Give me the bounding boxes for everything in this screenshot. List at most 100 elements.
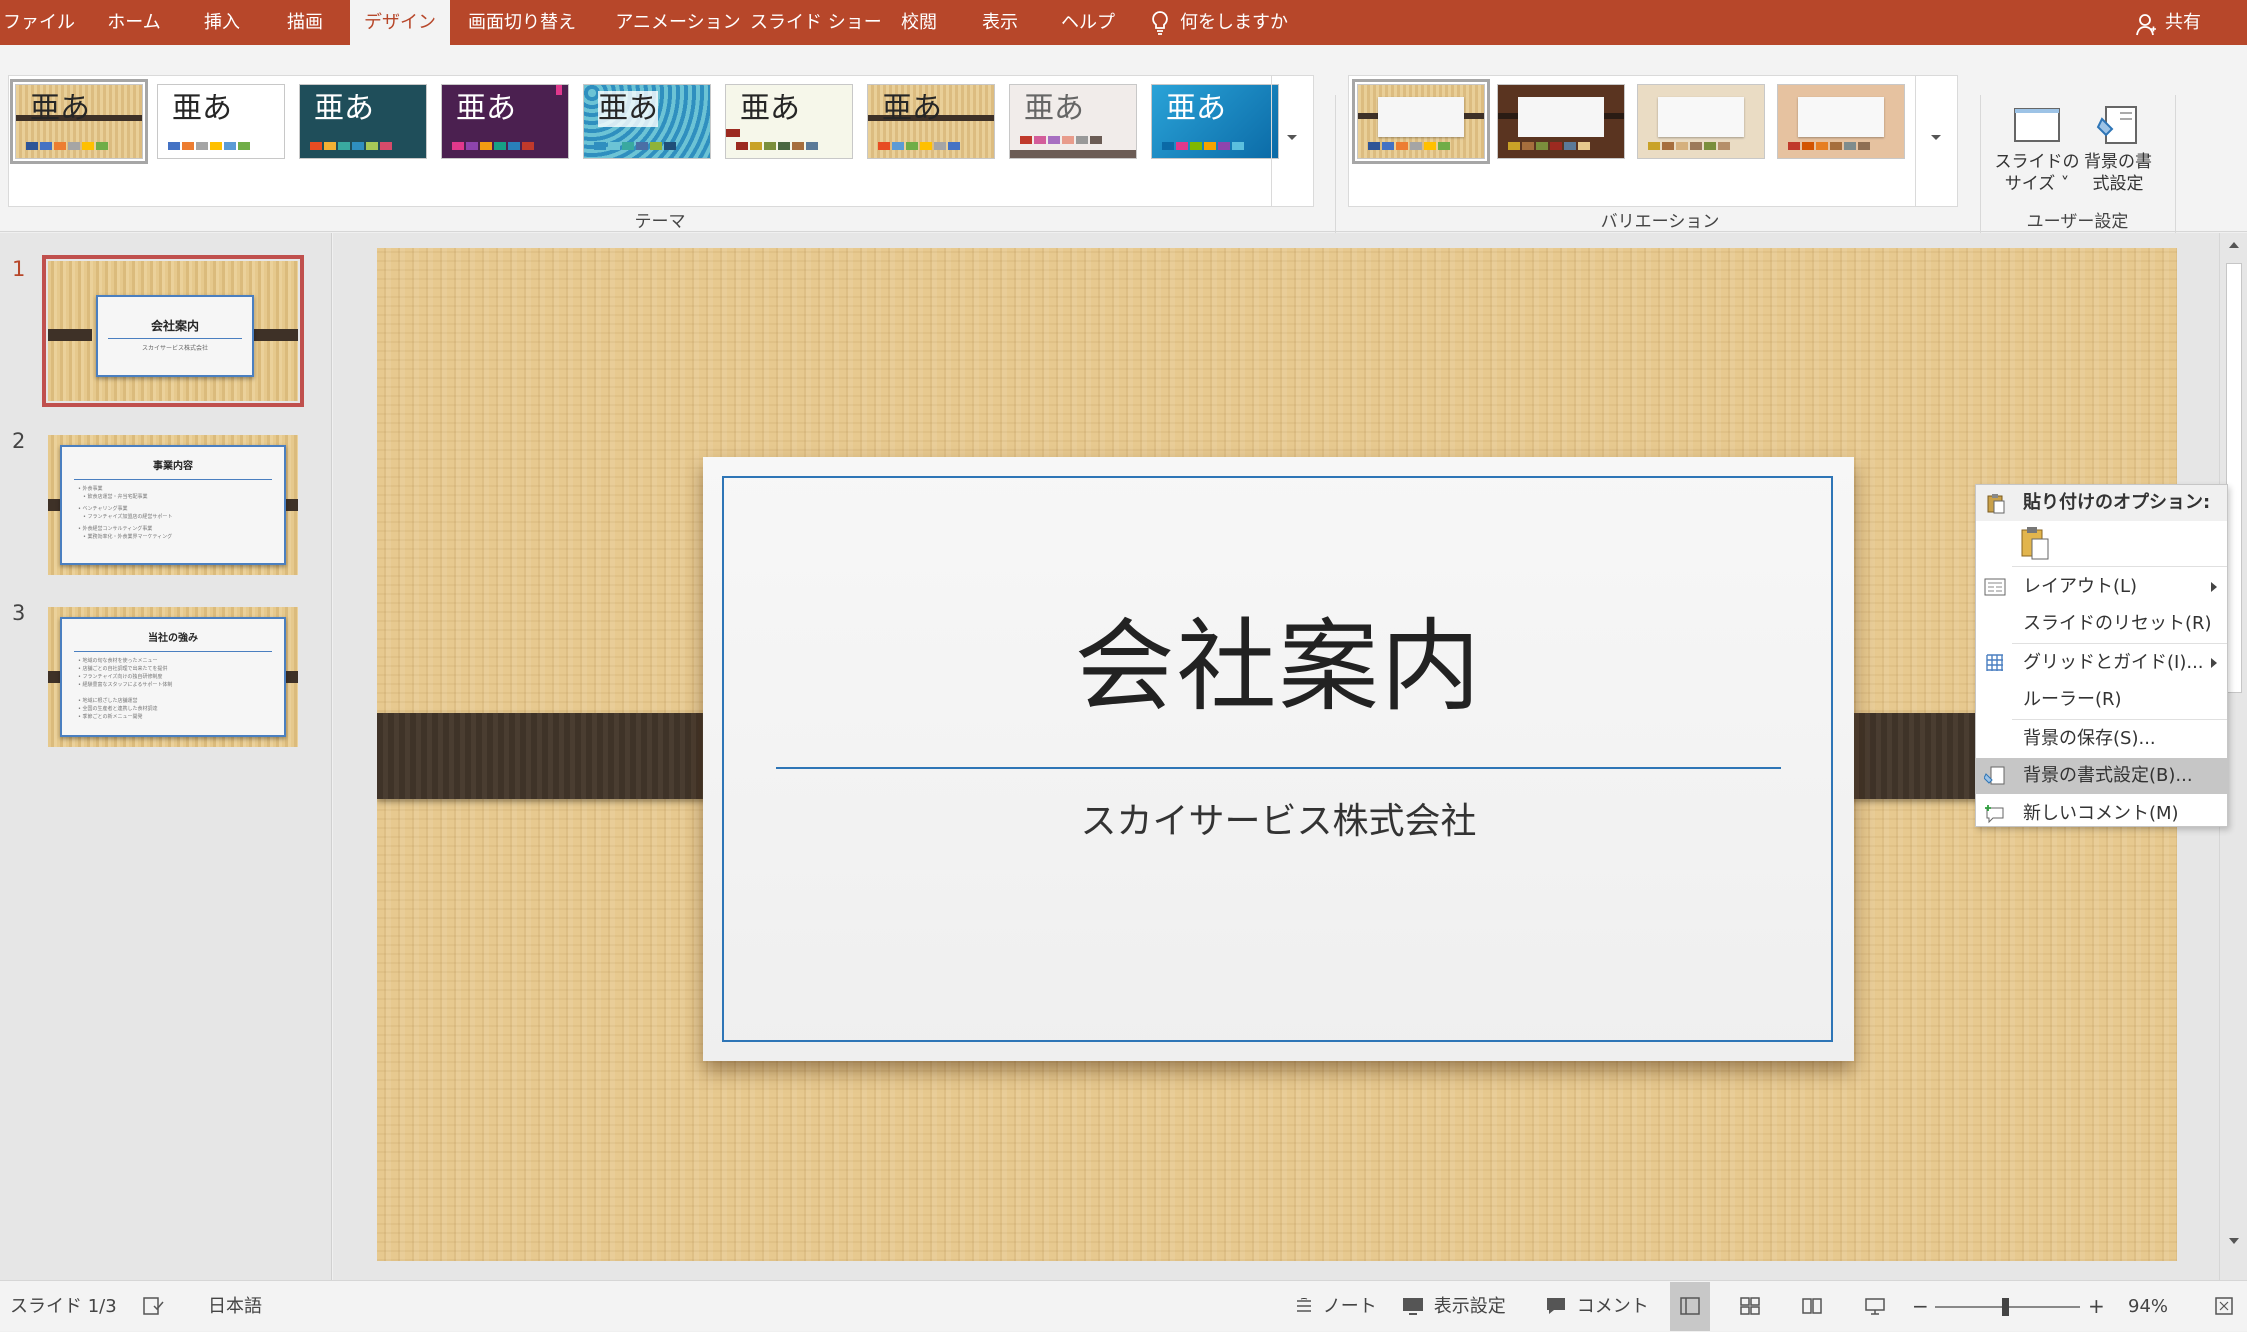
theme-preview-text: 亜あ [882,91,942,126]
slide-counter: スライド 1/3 [10,1296,117,1317]
format-background-label-1: 背景の書 [2084,152,2152,172]
display-settings-label: 表示設定 [1433,1296,1506,1317]
variation-3[interactable] [1637,84,1765,159]
thumb-bullet: • フランチャイズ加盟店の経営サポート [78,514,173,520]
thumb-bullet: • 飲食店運営・弁当宅配事業 [78,494,148,500]
paste-options-header: 貼り付けのオプション: [1976,485,2227,521]
theme-preview-text: 亜あ [456,91,516,126]
fit-to-window-button[interactable] [2215,1281,2237,1332]
current-slide[interactable]: 会社案内 スカイサービス株式会社 [377,248,2177,1261]
context-menu: 貼り付けのオプション: レイアウト(L) スライドのリセット(R) グリッドとガ… [1975,484,2228,827]
tell-me-search[interactable]: 何をしますか [1150,0,1288,45]
tab-slideshow[interactable]: スライド ショー [750,0,882,45]
thumb-bullet: • 地域の旬な食材を使ったメニュー [78,658,158,664]
tab-transitions[interactable]: 画面切り替え [466,0,578,45]
slide-thumbnail-3[interactable]: 当社の強み • 地域の旬な食材を使ったメニュー • 店舗ごとの自社調理で出来たて… [48,607,298,747]
tab-design[interactable]: デザイン [350,0,450,45]
slideshow-icon [1865,1298,1885,1315]
menu-ruler[interactable]: ルーラー(R) [1976,682,2227,718]
menu-layout-label: レイアウト(L) [2023,576,2138,597]
menu-save-background[interactable]: 背景の保存(S)... [1976,721,2227,757]
thumb-title: 当社の強み [148,633,198,644]
variation-1[interactable] [1352,79,1490,164]
slide-strap-left [377,713,741,799]
notes-icon [1297,1296,1311,1312]
slide-thumbnail-1[interactable]: 会社案内 スカイサービス株式会社 [42,255,304,407]
comment-icon [1547,1297,1565,1314]
slide-subtitle[interactable]: スカイサービス株式会社 [703,792,1854,844]
design-ribbon: 亜あ 亜あ 亜あ 亜あ 亜あ 亜あ 亜あ 亜あ 亜あ テーマ バリエーション ス… [0,45,2247,267]
tab-file[interactable]: ファイル [0,0,78,45]
slide-title[interactable]: 会社案内 [703,607,1854,727]
slide-thumbnail-pane: 1 会社案内 スカイサービス株式会社 2 事業内容 • 外食事業 • 飲食店運営… [0,233,332,1280]
slide-number: 3 [12,601,26,625]
spellcheck-button[interactable] [142,1281,168,1332]
variation-2[interactable] [1497,84,1625,159]
display-settings-button[interactable]: 表示設定 [1402,1281,1506,1332]
chevron-down-icon [1287,135,1297,140]
theme-light-green[interactable]: 亜あ [725,84,853,159]
language-indicator[interactable]: 日本語 [208,1281,262,1332]
lightbulb-icon [1150,8,1170,35]
themes-more-button[interactable] [1271,76,1313,207]
menu-layout[interactable]: レイアウト(L) [1976,569,2227,605]
zoom-slider-thumb[interactable] [2002,1298,2009,1316]
theme-tan[interactable]: 亜あ [867,84,995,159]
tab-draw[interactable]: 描画 [270,0,340,45]
status-bar: スライド 1/3 日本語 ノート 表示設定 コメント − + 94% [0,1280,2247,1331]
zoom-in-button[interactable]: + [2088,1281,2105,1332]
scrollbar-thumb[interactable] [2226,263,2242,693]
share-label: 共有 [2165,12,2201,33]
ribbon-tab-bar: ファイル ホーム 挿入 描画 デザイン 画面切り替え アニメーション スライド … [0,0,2247,45]
theme-blue-gradient[interactable]: 亜あ [1151,84,1279,159]
themes-group-label: テーマ [634,212,686,232]
tab-view[interactable]: 表示 [972,0,1028,45]
theme-preview-text: 亜あ [172,91,232,126]
scroll-up-icon[interactable] [2226,237,2242,253]
notes-button[interactable]: ノート [1295,1281,1377,1332]
menu-format-background[interactable]: 背景の書式設定(B)... [1976,758,2227,794]
theme-preview-text: 亜あ [1024,91,1084,126]
theme-pattern-blue[interactable]: 亜あ [583,84,711,159]
tab-animations[interactable]: アニメーション [610,0,746,45]
zoom-level[interactable]: 94% [2128,1281,2168,1332]
thumb-bullet: • 店舗ごとの自社調理で出来たてを提供 [78,666,168,672]
comments-button[interactable]: コメント [1545,1281,1649,1332]
tab-help[interactable]: ヘルプ [1056,0,1120,45]
grid-icon [1986,654,2003,671]
menu-reset-slide[interactable]: スライドのリセット(R) [1976,606,2227,642]
zoom-out-button[interactable]: − [1912,1281,1929,1332]
slide-sorter-icon [1740,1297,1760,1315]
chevron-down-icon [1931,135,1941,140]
slide-sorter-button[interactable] [1730,1282,1770,1331]
thumb-bullet: • 季節ごとの新メニュー開発 [78,714,143,720]
variation-4[interactable] [1777,84,1905,159]
slideshow-button[interactable] [1855,1282,1895,1331]
thumb-bullet: • フランチャイズ向けの独自研修制度 [78,674,163,680]
tab-review[interactable]: 校閲 [892,0,946,45]
theme-wood[interactable]: 亜あ [10,79,148,164]
menu-grid-guides[interactable]: グリッドとガイド(I)... [1976,645,2227,681]
menu-save-background-label: 背景の保存(S)... [2023,728,2156,749]
thumb-bullet: • 業務効率化・外食業界マーケティング [78,534,173,540]
scroll-down-icon[interactable] [2226,1233,2242,1249]
share-button[interactable]: 共有 [2135,0,2201,45]
tell-me-label: 何をしますか [1180,12,1288,33]
slide-thumbnail-2[interactable]: 事業内容 • 外食事業 • 飲食店運営・弁当宅配事業 • ベンチャリング事業 •… [48,435,298,575]
format-background-button[interactable]: 背景の書 式設定 [2068,105,2168,195]
tab-insert[interactable]: 挿入 [190,0,254,45]
normal-view-button[interactable] [1670,1282,1710,1331]
theme-purple[interactable]: 亜あ [441,84,569,159]
menu-new-comment[interactable]: 新しいコメント(M) [1976,796,2227,832]
themes-gallery: 亜あ 亜あ 亜あ 亜あ 亜あ 亜あ 亜あ 亜あ 亜あ [8,75,1314,207]
theme-office[interactable]: 亜あ [157,84,285,159]
paste-icon [2021,527,2049,560]
theme-teal[interactable]: 亜あ [299,84,427,159]
variations-gallery [1348,75,1958,207]
paste-keep-source-button[interactable] [2020,525,2052,561]
tab-home[interactable]: ホーム [92,0,176,45]
variations-more-button[interactable] [1915,76,1957,207]
theme-paper[interactable]: 亜あ [1009,84,1137,159]
menu-format-background-label: 背景の書式設定(B)... [2023,765,2193,786]
reading-view-button[interactable] [1792,1282,1832,1331]
